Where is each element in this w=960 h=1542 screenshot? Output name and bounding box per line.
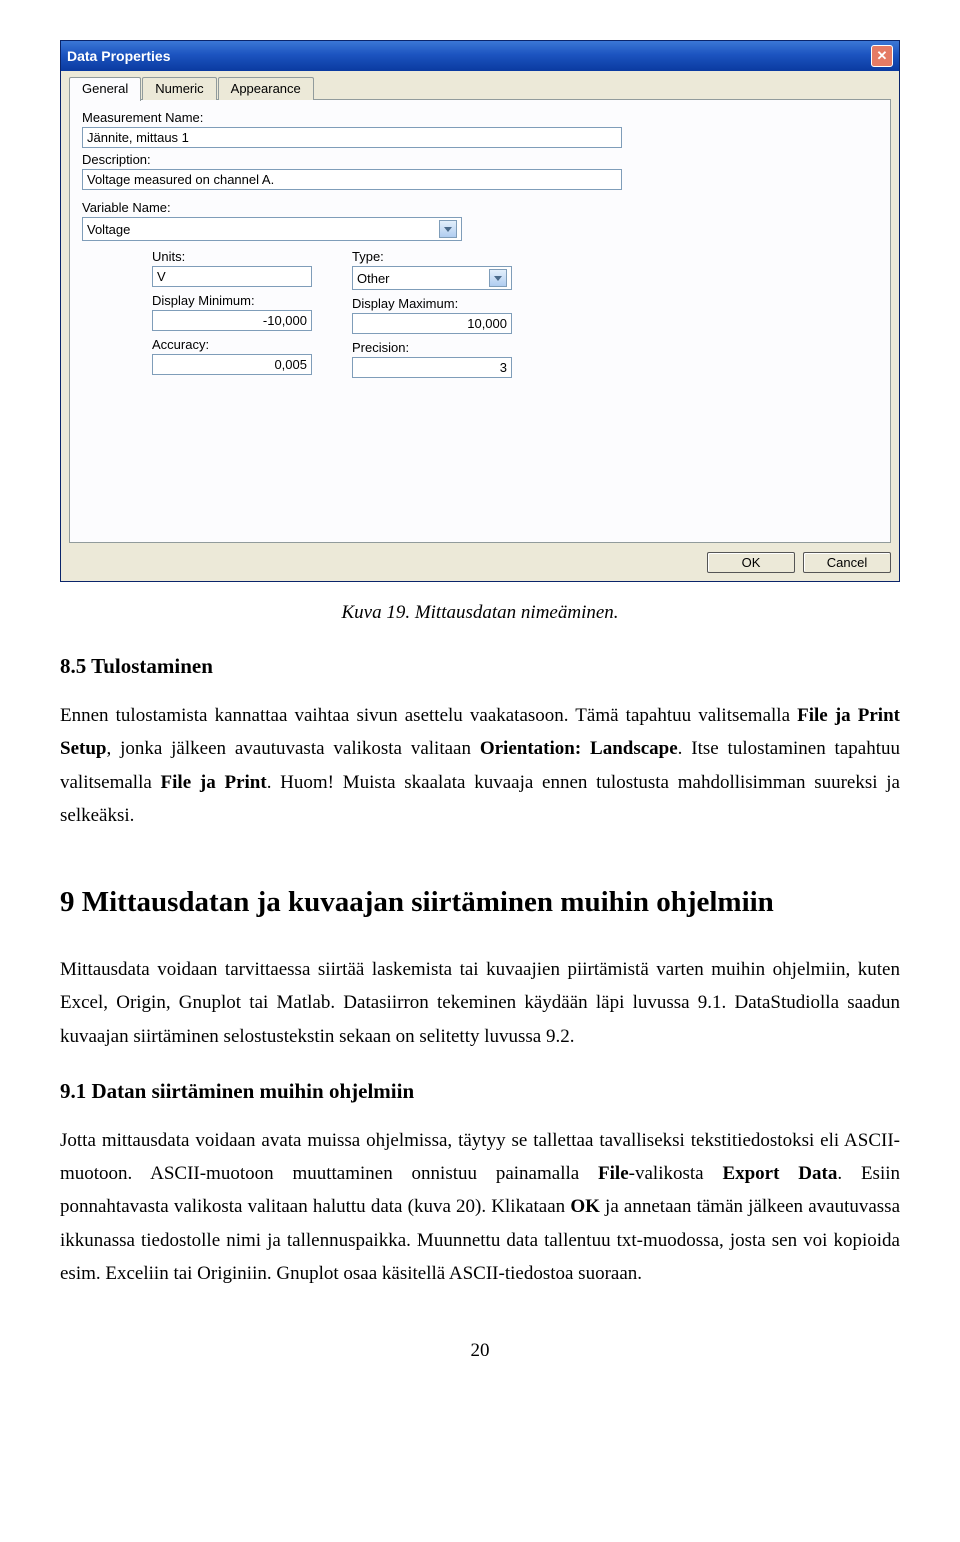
display-min-input[interactable] — [152, 310, 312, 331]
units-input[interactable] — [152, 266, 312, 287]
dropdown-icon — [439, 220, 457, 238]
section-9-heading: 9 Mittausdatan ja kuvaajan siirtäminen m… — [60, 886, 900, 919]
accuracy-label: Accuracy: — [152, 337, 312, 352]
description-label: Description: — [82, 152, 878, 167]
type-value: Other — [357, 271, 390, 286]
type-label: Type: — [352, 249, 512, 264]
precision-label: Precision: — [352, 340, 512, 355]
close-button[interactable]: ✕ — [871, 45, 893, 67]
tab-bar: General Numeric Appearance — [69, 77, 891, 100]
units-label: Units: — [152, 249, 312, 264]
precision-input[interactable] — [352, 357, 512, 378]
tab-panel-general: Measurement Name: Description: Variable … — [69, 99, 891, 543]
description-input[interactable] — [82, 169, 622, 190]
ok-button[interactable]: OK — [707, 552, 795, 573]
dropdown-icon — [489, 269, 507, 287]
measurement-name-label: Measurement Name: — [82, 110, 878, 125]
variable-name-value: Voltage — [87, 222, 130, 237]
figure-caption: Kuva 19. Mittausdatan nimeäminen. — [60, 602, 900, 624]
tab-numeric[interactable]: Numeric — [142, 77, 216, 100]
data-properties-dialog: Data Properties ✕ General Numeric Appear… — [60, 40, 900, 582]
close-icon: ✕ — [877, 48, 888, 64]
measurement-name-input[interactable] — [82, 127, 622, 148]
section-8-5-heading: 8.5 Tulostaminen — [60, 654, 900, 679]
type-select[interactable]: Other — [352, 266, 512, 290]
tab-appearance[interactable]: Appearance — [218, 77, 314, 100]
accuracy-input[interactable] — [152, 354, 312, 375]
variable-name-label: Variable Name: — [82, 200, 878, 215]
display-max-input[interactable] — [352, 313, 512, 334]
cancel-button[interactable]: Cancel — [803, 552, 891, 573]
paragraph-1: Ennen tulostamista kannattaa vaihtaa siv… — [60, 699, 900, 832]
paragraph-3: Jotta mittausdata voidaan avata muissa o… — [60, 1124, 900, 1290]
section-9-1-heading: 9.1 Datan siirtäminen muihin ohjelmiin — [60, 1079, 900, 1104]
page-number: 20 — [60, 1340, 900, 1362]
variable-name-select[interactable]: Voltage — [82, 217, 462, 241]
dialog-titlebar: Data Properties ✕ — [61, 41, 899, 71]
dialog-title: Data Properties — [67, 48, 170, 64]
display-min-label: Display Minimum: — [152, 293, 312, 308]
paragraph-2: Mittausdata voidaan tarvittaessa siirtää… — [60, 953, 900, 1053]
display-max-label: Display Maximum: — [352, 296, 512, 311]
tab-general[interactable]: General — [69, 77, 141, 101]
